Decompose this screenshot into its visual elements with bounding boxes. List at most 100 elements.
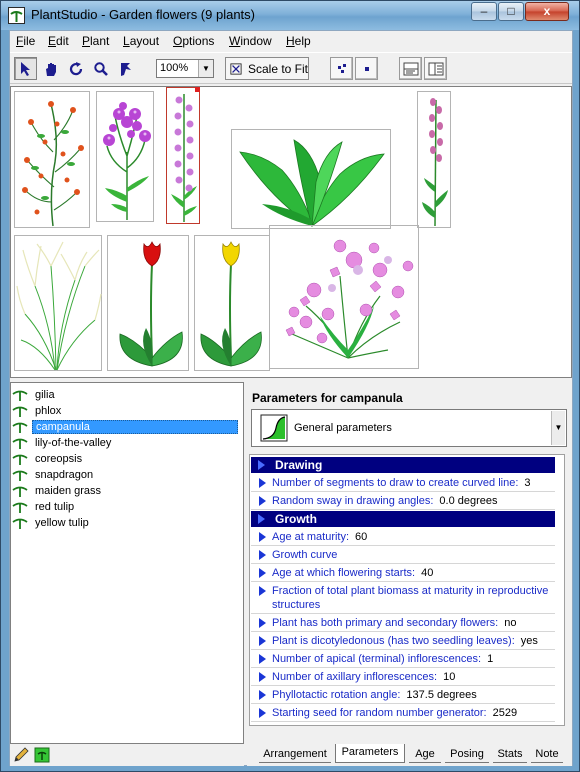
param-row[interactable]: Age at which flowering starts: 40: [251, 564, 555, 582]
pencil-icon[interactable]: [13, 747, 29, 763]
list-item[interactable]: phlox: [12, 403, 242, 419]
pose-tool-button[interactable]: [114, 57, 137, 80]
menu-layout[interactable]: Layout: [123, 34, 159, 48]
plant-icon: [12, 518, 28, 529]
magnify-tool-button[interactable]: [89, 57, 112, 80]
arrow-right-icon[interactable]: [259, 690, 266, 700]
parameters-panel: Parameters for campanula General paramet…: [247, 382, 572, 766]
tab-arrangement[interactable]: Arrangement: [259, 746, 331, 763]
menu-options[interactable]: Options: [173, 34, 214, 48]
menu-plant[interactable]: Plant: [82, 34, 109, 48]
plant-icon: [12, 422, 28, 433]
plant-phlox[interactable]: [96, 91, 154, 222]
hand-tool-icon: [45, 62, 56, 76]
rotate-tool-button[interactable]: [64, 57, 87, 80]
param-row[interactable]: Number of apical (terminal) inflorescenc…: [251, 650, 555, 668]
tab-note[interactable]: Note: [531, 746, 563, 763]
section-header-drawing[interactable]: Drawing: [251, 457, 555, 473]
list-item-label: lily-of-the-valley: [35, 437, 112, 449]
arrow-right-icon[interactable]: [259, 586, 266, 596]
small-grid-icon: [337, 63, 346, 73]
close-button[interactable]: x: [525, 2, 569, 21]
chevron-down-icon[interactable]: ▼: [551, 411, 565, 445]
plant-campanula[interactable]: [166, 87, 200, 224]
list-toolbar: [10, 744, 244, 766]
chevron-down-icon[interactable]: ▼: [198, 60, 213, 77]
list-item[interactable]: red tulip: [12, 499, 242, 515]
list-item[interactable]: maiden grass: [12, 483, 242, 499]
plant-yellow-tulip[interactable]: [194, 235, 270, 371]
scale-to-fit-button[interactable]: Scale to Fit: [225, 57, 309, 80]
plant-lily-of-the-valley[interactable]: [231, 129, 391, 229]
title-bar[interactable]: PlantStudio - Garden flowers (9 plants) …: [1, 1, 579, 30]
selection-handle[interactable]: [195, 87, 200, 92]
parameter-section-select[interactable]: General parameters ▼: [251, 409, 567, 447]
arrow-right-icon[interactable]: [259, 672, 266, 682]
horizontal-split-button[interactable]: [399, 57, 422, 80]
plant-list[interactable]: gilia phlox campanula lily-of-the-valley…: [10, 382, 244, 744]
small-grid-button[interactable]: [330, 57, 353, 80]
menu-edit[interactable]: Edit: [48, 34, 69, 48]
arrow-right-icon[interactable]: [259, 496, 266, 506]
tab-age[interactable]: Age: [409, 746, 441, 763]
param-row[interactable]: Number of segments to draw to create cur…: [251, 474, 555, 492]
arrow-right-icon[interactable]: [259, 654, 266, 664]
single-point-icon: [364, 66, 369, 71]
list-item[interactable]: yellow tulip: [12, 515, 242, 531]
list-item-label: campanula: [32, 420, 238, 434]
arrow-right-icon[interactable]: [259, 618, 266, 628]
list-item[interactable]: gilia: [12, 387, 242, 403]
arrow-right-icon[interactable]: [259, 708, 266, 718]
plant-coreopsis[interactable]: [417, 91, 451, 228]
section-header-growth[interactable]: Growth: [251, 511, 555, 527]
list-item-selected[interactable]: campanula: [12, 419, 242, 435]
param-row[interactable]: Number of axillary inflorescences: 10: [251, 668, 555, 686]
new-plant-icon[interactable]: [34, 747, 50, 763]
param-row[interactable]: Plant has both primary and secondary flo…: [251, 614, 555, 632]
zoom-select[interactable]: 100% ▼: [156, 59, 214, 78]
plant-maiden-grass[interactable]: [14, 235, 102, 371]
param-row[interactable]: Age at maturity: 60: [251, 528, 555, 546]
arrow-right-icon[interactable]: [259, 636, 266, 646]
menu-window[interactable]: Window: [229, 34, 272, 48]
minimize-button[interactable]: –: [471, 2, 497, 21]
arrow-tool-button[interactable]: [14, 57, 37, 80]
arrow-right-icon[interactable]: [259, 550, 266, 560]
plant-gilia[interactable]: [14, 91, 90, 228]
list-item[interactable]: coreopsis: [12, 451, 242, 467]
plant-icon: [12, 438, 28, 449]
plant-snapdragon[interactable]: [269, 225, 419, 369]
vertical-split-button[interactable]: [424, 57, 447, 80]
arrow-right-icon[interactable]: [259, 568, 266, 578]
list-item-label: gilia: [35, 389, 55, 401]
growth-curve-icon: [260, 414, 288, 442]
param-row[interactable]: Plant is dicotyledonous (has two seedlin…: [251, 632, 555, 650]
expand-arrow-icon[interactable]: [258, 514, 265, 524]
single-point-button[interactable]: [355, 57, 378, 80]
list-item-label: yellow tulip: [35, 517, 89, 529]
param-row[interactable]: Starting seed for random number generato…: [251, 704, 555, 722]
list-item-label: red tulip: [35, 501, 75, 513]
arrow-right-icon[interactable]: [259, 532, 266, 542]
garden-canvas[interactable]: [10, 86, 572, 378]
hand-tool-button[interactable]: [39, 57, 62, 80]
tab-posing[interactable]: Posing: [445, 746, 489, 763]
list-item[interactable]: snapdragon: [12, 467, 242, 483]
list-item[interactable]: lily-of-the-valley: [12, 435, 242, 451]
param-row[interactable]: Random sway in drawing angles: 0.0 degree…: [251, 492, 555, 510]
menu-help[interactable]: Help: [286, 34, 311, 48]
tab-stats[interactable]: Stats: [493, 746, 527, 763]
arrow-right-icon[interactable]: [259, 478, 266, 488]
plant-icon: [12, 406, 28, 417]
maximize-button[interactable]: □: [498, 2, 524, 21]
menu-file[interactable]: File: [16, 34, 35, 48]
plantstudio-app-icon[interactable]: [8, 7, 25, 24]
plant-icon: [12, 390, 28, 401]
panel-tabs: Arrangement Parameters Age Posing Stats …: [251, 744, 571, 764]
param-row[interactable]: Phyllotactic rotation angle: 137.5 degree…: [251, 686, 555, 704]
expand-arrow-icon[interactable]: [258, 460, 265, 470]
tab-parameters[interactable]: Parameters: [335, 744, 405, 763]
plant-red-tulip[interactable]: [107, 235, 189, 371]
param-row[interactable]: Growth curve: [251, 546, 555, 564]
param-row[interactable]: Fraction of total plant biomass at matur…: [251, 582, 555, 614]
